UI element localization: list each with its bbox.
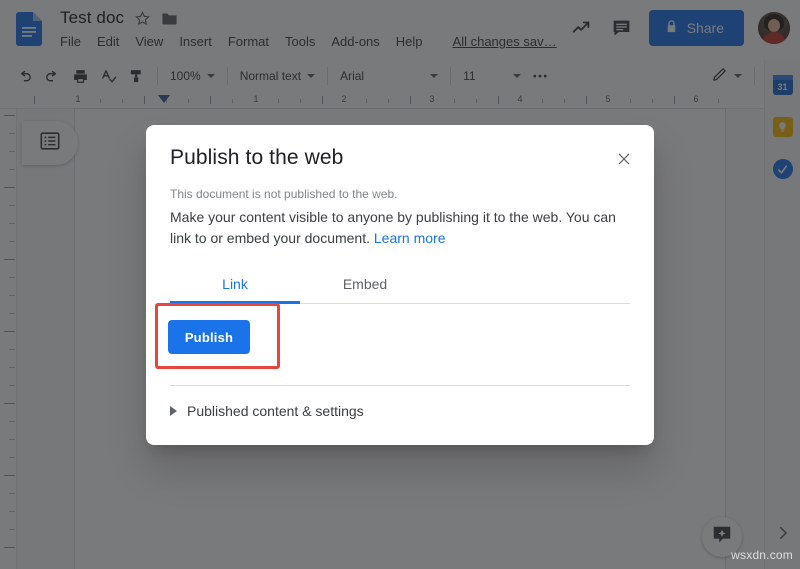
published-content-settings-label: Published content & settings [187, 403, 364, 419]
dialog-divider [170, 385, 630, 386]
dialog-tabs: Link Embed [170, 272, 630, 304]
learn-more-link[interactable]: Learn more [374, 230, 446, 246]
dialog-title: Publish to the web [170, 146, 344, 169]
dialog-description: Make your content visible to anyone by p… [170, 207, 618, 249]
google-docs-window: Test doc File Edit View Insert Format [0, 0, 800, 569]
tab-link[interactable]: Link [170, 272, 300, 304]
watermark: wsxdn.com [731, 548, 793, 562]
published-content-settings-row[interactable]: Published content & settings [170, 403, 364, 419]
disclosure-triangle-right-icon [170, 406, 177, 416]
publish-to-web-dialog: Publish to the web This document is not … [146, 125, 654, 445]
publish-button[interactable]: Publish [168, 320, 250, 354]
close-x-icon[interactable] [612, 147, 636, 171]
tab-embed[interactable]: Embed [300, 272, 430, 303]
publish-status-text: This document is not published to the we… [170, 187, 398, 201]
